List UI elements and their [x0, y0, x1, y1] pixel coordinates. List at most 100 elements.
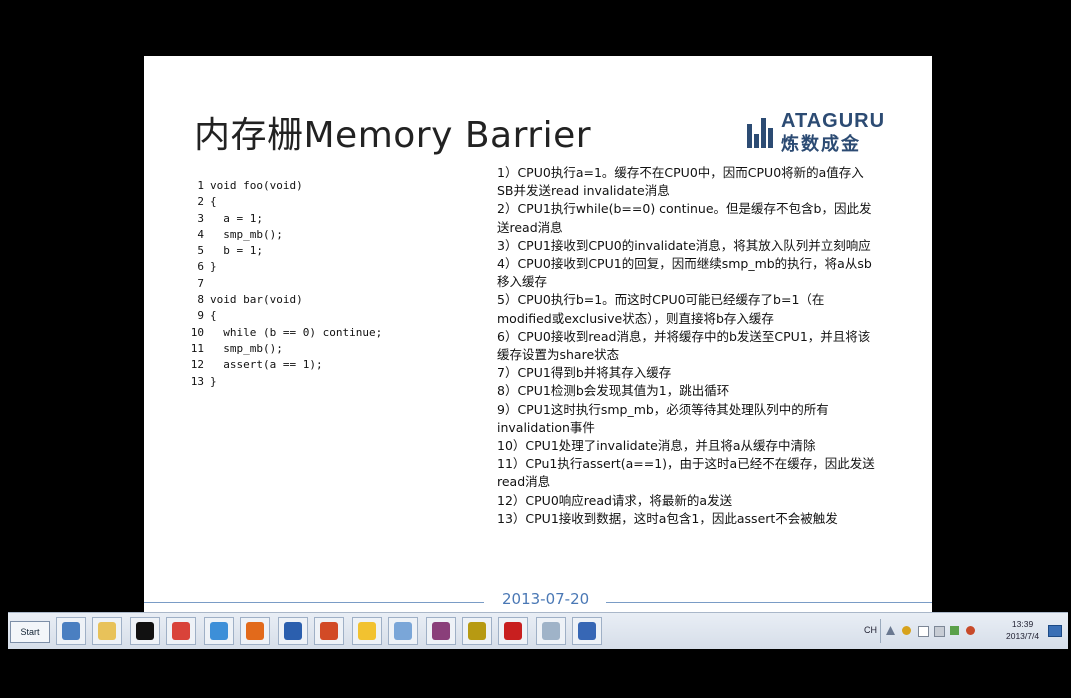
chrome-icon — [172, 622, 190, 640]
logo-tagline: 炼数成金 — [781, 134, 861, 155]
paint-icon — [394, 622, 412, 640]
code-line: 3 a = 1; — [184, 211, 382, 227]
clock[interactable]: 13:39 2013/7/4 — [1006, 618, 1039, 642]
code-line: 7 — [184, 276, 382, 292]
code-line: 2{ — [184, 194, 382, 210]
battery-icon[interactable] — [934, 626, 945, 637]
taskbar-button[interactable] — [278, 617, 308, 645]
taskbar-button[interactable] — [536, 617, 566, 645]
code-line-text: smp_mb(); — [210, 227, 283, 241]
show-desktop-icon[interactable] — [1048, 625, 1062, 637]
code-line-number: 9 — [197, 309, 204, 323]
step-item: 4）CPU0接收到CPU1的回复，因而继续smp_mb的执行，将a从sb移入缓存 — [497, 256, 872, 290]
code-line-text: smp_mb(); — [210, 341, 283, 355]
code-line-text: void bar(void) — [210, 293, 303, 307]
code-line: 13} — [184, 374, 382, 390]
taskbar-button[interactable] — [498, 617, 528, 645]
footer-divider-right — [606, 602, 932, 603]
step-item: 11）CPu1执行assert(a==1)，由于这时a已经不在缓存，因此发送re… — [497, 456, 875, 490]
volume-icon[interactable] — [966, 626, 975, 635]
step-item: 1）CPU0执行a=1。缓存不在CPU0中，因而CPU0将新的a值存入SB并发送… — [497, 165, 864, 199]
code-listing: 1 void foo(void) 2{3 a = 1; 4 smp_mb(); 5 b … — [184, 178, 382, 390]
step-item: 10）CPU1处理了invalidate消息，并且将a从缓存中清除 — [497, 438, 816, 454]
step-item: 12）CPU0响应read请求，将最新的a发送 — [497, 492, 733, 508]
step-item: 3）CPU1接收到CPU0的invalidate消息，将其放入队列并立刻响应 — [497, 237, 871, 253]
code-line: 4 smp_mb(); — [184, 227, 382, 243]
clock-time: 13:39 — [1011, 619, 1034, 629]
code-line-number: 3 — [197, 211, 204, 225]
taskbar: Start CH 13:39 2013/7/4 — [8, 612, 1068, 649]
code-line-number: 7 — [197, 276, 204, 290]
start-label: Start — [20, 627, 40, 637]
slide-date: 2013-07-20 — [502, 590, 590, 608]
clock-date: 2013/7/4 — [1006, 631, 1040, 641]
flag-icon[interactable] — [918, 626, 929, 637]
code-line-number: 1 — [197, 179, 204, 192]
sticky-notes-icon — [358, 622, 376, 640]
code-line-text: } — [210, 374, 217, 388]
code-line-text: void foo(void) — [210, 179, 303, 192]
calculator-icon — [542, 622, 560, 640]
taskbar-button[interactable] — [352, 617, 382, 645]
logo-bars-icon — [747, 114, 777, 148]
step-item: 6）CPU0接收到read消息，并将缓存中的b发送至CPU1，并且将该缓存设置为… — [497, 328, 871, 363]
code-line: 1 void foo(void) — [184, 178, 382, 194]
step-item: 7）CPU1得到b并将其存入缓存 — [497, 365, 672, 381]
taskbar-button[interactable] — [56, 617, 86, 645]
step-item: 5）CPU0执行b=1。而这时CPU0可能已经缓存了b=1（在modified或… — [497, 292, 825, 326]
code-line-number: 13 — [190, 374, 204, 388]
network-icon — [62, 622, 80, 640]
firefox-icon — [246, 622, 264, 640]
footer-divider-left — [144, 602, 484, 603]
tray-separator — [880, 619, 881, 643]
ataguru-logo: ATAGURU 炼数成金 — [747, 110, 887, 155]
code-line-text: b = 1; — [210, 244, 263, 258]
taskbar-button[interactable] — [462, 617, 492, 645]
step-item: 13）CPU1接收到数据，这时a包含1，因此assert不会被触发 — [497, 510, 838, 526]
powerpoint-icon — [320, 622, 338, 640]
winrar-icon — [432, 622, 450, 640]
acrobat-icon — [504, 622, 522, 640]
step-item: 9）CPU1这时执行smp_mb，必须等待其处理队列中的所有invalidati… — [497, 401, 829, 435]
code-line-text: while (b == 0) continue; — [210, 325, 383, 339]
code-line-text: { — [210, 195, 217, 209]
code-line-number: 2 — [197, 195, 204, 209]
code-line-text: a = 1; — [210, 211, 263, 225]
code-line: 10 while (b == 0) continue; — [184, 325, 382, 341]
start-button[interactable]: Start — [10, 621, 50, 643]
system-tray: CH 13:39 2013/7/4 — [862, 613, 1062, 649]
taskbar-button[interactable] — [130, 617, 160, 645]
taskbar-button[interactable] — [314, 617, 344, 645]
code-line-number: 4 — [197, 227, 204, 241]
word-icon — [284, 622, 302, 640]
taskbar-button[interactable] — [204, 617, 234, 645]
taskbar-button[interactable] — [572, 617, 602, 645]
network-signal-icon[interactable] — [950, 626, 959, 635]
code-line: 8 void bar(void) — [184, 292, 382, 308]
step-item: 8）CPU1检测b会发现其值为1，跳出循环 — [497, 383, 730, 399]
taskbar-button[interactable] — [426, 617, 456, 645]
language-indicator[interactable]: CH — [864, 625, 877, 635]
taskbar-button[interactable] — [92, 617, 122, 645]
code-line-text: { — [210, 309, 217, 323]
code-line: 6} — [184, 259, 382, 275]
code-line-number: 8 — [197, 293, 204, 307]
code-line-number: 10 — [190, 325, 204, 339]
code-line: 12 assert(a == 1); — [184, 357, 382, 373]
presentation-slide: 内存栅Memory Barrier ATAGURU 炼数成金 1 void foo… — [144, 56, 932, 612]
show-hidden-icons-icon[interactable] — [886, 626, 895, 635]
code-line-text: assert(a == 1); — [210, 358, 323, 372]
taskbar-button[interactable] — [166, 617, 196, 645]
code-line-number: 5 — [197, 244, 204, 258]
slide-title: 内存栅Memory Barrier — [194, 115, 592, 156]
remote-desktop-icon — [578, 622, 596, 640]
step-item: 2）CPU1执行while(b==0) continue。但是缓存不包含b，因此… — [497, 201, 872, 235]
taskbar-button[interactable] — [240, 617, 270, 645]
qq-icon[interactable] — [902, 626, 911, 635]
command-prompt-icon — [136, 622, 154, 640]
code-line-number: 12 — [190, 358, 204, 372]
taskbar-button[interactable] — [388, 617, 418, 645]
ultraedit-icon — [468, 622, 486, 640]
code-line: 5 b = 1; — [184, 243, 382, 259]
step-list: 1）CPU0执行a=1。缓存不在CPU0中，因而CPU0将新的a值存入SB并发送… — [497, 164, 877, 528]
